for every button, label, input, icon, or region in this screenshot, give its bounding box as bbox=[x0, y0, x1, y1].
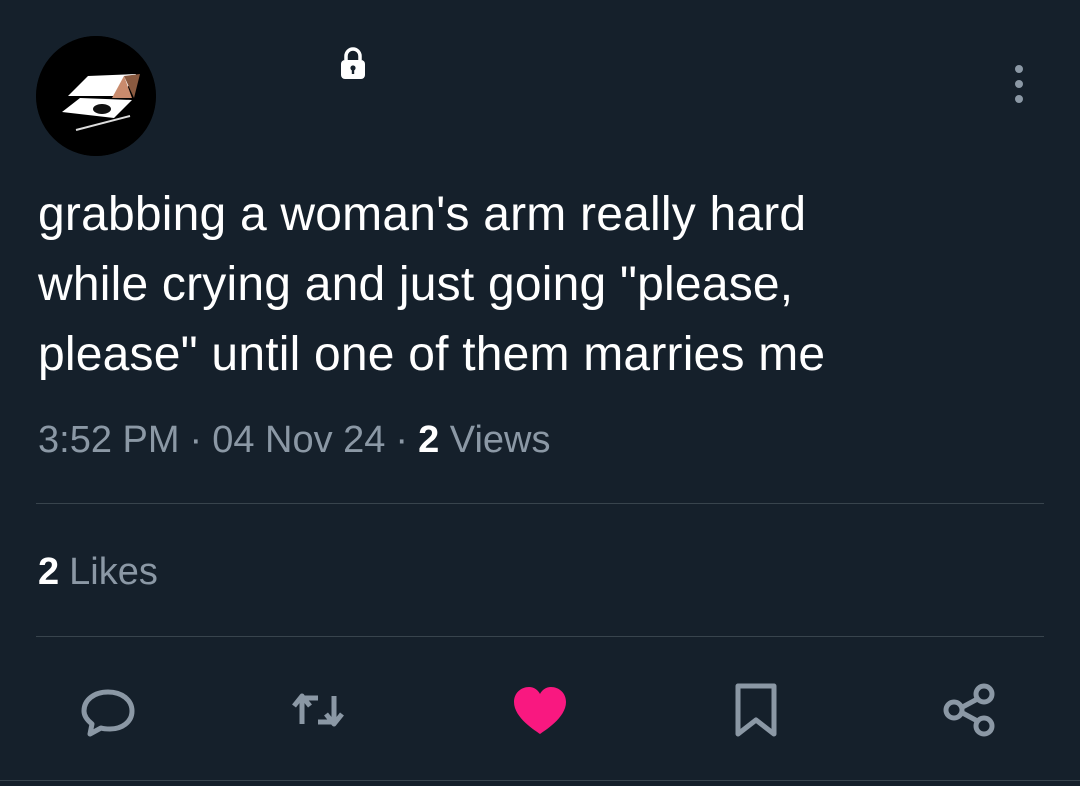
likes-label: Likes bbox=[69, 551, 158, 593]
share-icon bbox=[943, 683, 995, 737]
separator-dot: · bbox=[189, 419, 203, 461]
views-count: 2 bbox=[418, 419, 440, 461]
tweet-date[interactable]: 04 Nov 24 bbox=[212, 419, 385, 461]
bookmark-icon bbox=[735, 683, 777, 737]
bookmark-button[interactable] bbox=[726, 680, 786, 740]
more-vertical-icon[interactable] bbox=[1004, 64, 1034, 104]
separator-dot: · bbox=[395, 419, 409, 461]
views-label: Views bbox=[449, 419, 551, 461]
heart-icon bbox=[514, 687, 566, 734]
likes-count: 2 bbox=[38, 551, 60, 593]
lock-icon bbox=[338, 46, 368, 80]
reply-icon bbox=[81, 689, 135, 737]
tweet-text: grabbing a woman's arm really hard while… bbox=[38, 188, 826, 381]
retweet-icon bbox=[292, 693, 344, 727]
retweet-button[interactable] bbox=[288, 680, 348, 740]
likes-stat[interactable]: 2 Likes bbox=[38, 546, 158, 598]
like-button[interactable] bbox=[510, 680, 570, 740]
share-button[interactable] bbox=[940, 680, 1000, 740]
divider bbox=[0, 780, 1080, 781]
avatar[interactable] bbox=[36, 36, 156, 156]
divider bbox=[36, 503, 1044, 504]
divider bbox=[36, 636, 1044, 637]
tweet-metadata: 3:52 PM · 04 Nov 24 · 2 Views bbox=[38, 414, 550, 466]
tweet-time[interactable]: 3:52 PM bbox=[38, 419, 180, 461]
reply-button[interactable] bbox=[78, 680, 138, 740]
avatar-image bbox=[36, 36, 156, 156]
